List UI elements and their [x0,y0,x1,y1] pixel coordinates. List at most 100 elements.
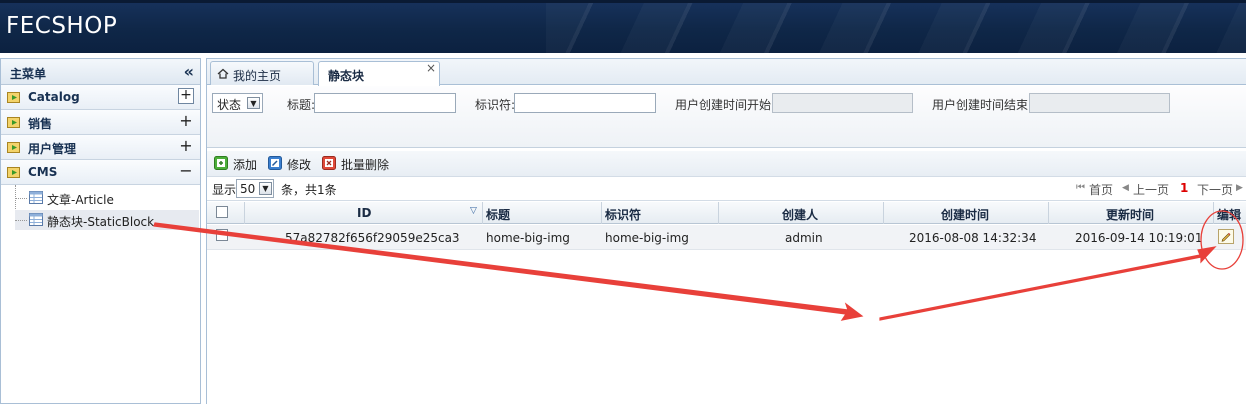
created-start-label: 用户创建时间开始 [675,98,772,112]
cell-title-text: home-big-img [486,231,570,245]
page-size-select[interactable]: 50 ▼ [236,179,274,198]
sort-down-icon: ▽ [470,206,477,216]
prev-page-icon: ◀ [1122,183,1129,193]
pagination-bar: 显示 50 ▼ 条，共1条 ⏮ 首页 ◀ 上一页 1 下一页 ▶ [207,177,1246,201]
collapse-icon[interactable]: − [178,163,194,179]
chevron-down-icon: ▼ [259,182,272,195]
add-button[interactable]: 添加 [214,155,262,173]
select-all-checkbox[interactable] [216,206,228,218]
next-page-link[interactable]: 下一页 [1197,181,1233,198]
expand-icon[interactable]: + [178,138,194,154]
select-all-cell [207,202,245,224]
cell-identifier: home-big-img [602,225,719,250]
sidebar-section-label: 销售 [28,117,53,131]
column-header-label: 标题 [486,208,511,222]
created-end-input[interactable] [1029,93,1170,113]
sidebar-header: 主菜单 « [1,59,200,85]
folder-arrow-icon [7,142,20,153]
expand-icon[interactable]: + [178,113,194,129]
expand-icon[interactable]: + [178,88,194,104]
chevron-down-icon: ▼ [247,97,260,109]
close-tab-icon[interactable]: × [426,61,436,75]
sidebar-section-sales[interactable]: 销售 + [1,110,200,135]
app-header: FECSHOP [0,0,1246,53]
tab-label: 静态块 [328,69,365,83]
sidebar-section-label: CMS [28,165,58,179]
sidebar-item-label: 静态块-StaticBlock [47,215,155,229]
sidebar-item-article[interactable]: 文章-Article [15,188,199,208]
column-header-label: 编辑 [1217,208,1242,222]
add-icon [214,156,228,170]
table-doc-icon [29,213,43,226]
identifier-input[interactable] [514,93,656,113]
folder-arrow-icon [7,167,20,178]
tab-label: 我的主页 [233,69,282,83]
column-header-title[interactable]: 标题 [483,202,602,224]
column-header-id[interactable]: ID ▽ [245,202,483,224]
title-input[interactable] [314,93,456,113]
column-header-label: ID [357,206,372,220]
table-header: ID ▽ 标题 标识符 创建人 创建时间 更新时间 编辑 [207,202,1246,224]
status-select-value: 状态 [217,98,242,112]
cell-title: home-big-img [483,225,602,250]
tab-home[interactable]: 我的主页 [210,61,314,85]
cell-id-text: 57a82782f656f29059e25ca3 [285,231,460,245]
row-select-cell [207,225,245,250]
delete-icon [322,156,336,170]
cell-id: 57a82782f656f29059e25ca3 [245,225,483,250]
identifier-label: 标识符: [475,98,516,112]
sidebar-item-staticblock[interactable]: 静态块-StaticBlock [15,210,199,230]
created-end-label: 用户创建时间结束 [932,98,1029,112]
collapse-sidebar-icon[interactable]: « [184,62,194,81]
folder-arrow-icon [7,117,20,128]
column-header-creator[interactable]: 创建人 [719,202,884,224]
first-page-icon: ⏮ [1076,182,1085,193]
edit-button-label: 修改 [287,158,312,172]
row-checkbox[interactable] [216,229,228,241]
main-panel: 我的主页 静态块 × 状态 ▼ 标题: 标识符: 用户创建时间开始 用户创建时间… [206,58,1246,404]
search-filter-bar: 状态 ▼ 标题: 标识符: 用户创建时间开始 用户创建时间结束 [207,86,1246,148]
show-label: 显示 [212,183,237,197]
status-select[interactable]: 状态 ▼ [212,93,263,113]
sidebar-section-user-management[interactable]: 用户管理 + [1,135,200,160]
column-header-updated-at[interactable]: 更新时间 [1049,202,1214,224]
sidebar-section-catalog[interactable]: Catalog + [1,85,200,110]
tab-staticblock[interactable]: 静态块 × [318,61,440,86]
column-header-label: 创建人 [782,208,819,222]
sidebar-item-label: 文章-Article [47,193,114,207]
current-page: 1 [1180,181,1189,195]
column-header-label: 标识符 [605,208,642,222]
app-logo: FECSHOP [6,13,118,39]
tree-branch [15,220,27,221]
main-menu-sidebar: 主菜单 « Catalog + 销售 + 用户管理 + CMS − 文章-Art… [0,58,201,404]
page-size-value: 50 [240,182,256,196]
edit-button[interactable]: 修改 [268,155,316,173]
add-button-label: 添加 [233,158,258,172]
cell-updated-at: 2016-09-14 10:19:01 [1049,225,1214,250]
column-header-edit: 编辑 [1214,202,1246,224]
cell-creator-text: admin [785,231,823,245]
cell-identifier-text: home-big-img [605,231,689,245]
cms-tree: 文章-Article 静态块-StaticBlock [1,185,200,245]
sidebar-section-cms[interactable]: CMS − [1,160,200,185]
cell-updated-at-text: 2016-09-14 10:19:01 [1075,231,1203,245]
cell-created-at: 2016-08-08 14:32:34 [884,225,1049,250]
next-page-icon: ▶ [1236,183,1243,193]
batch-delete-button[interactable]: 批量删除 [322,155,394,173]
prev-page-link[interactable]: 上一页 [1133,181,1169,198]
first-page-link[interactable]: 首页 [1089,181,1113,198]
table-row[interactable]: 57a82782f656f29059e25ca3 home-big-img ho… [207,225,1246,250]
column-header-label: 更新时间 [1106,208,1155,222]
column-header-identifier[interactable]: 标识符 [602,202,719,224]
column-header-created-at[interactable]: 创建时间 [884,202,1049,224]
column-header-label: 创建时间 [941,208,990,222]
cell-created-at-text: 2016-08-08 14:32:34 [909,231,1037,245]
folder-arrow-icon [7,92,20,103]
action-toolbar: 添加 修改 批量删除 [207,151,1246,177]
edit-icon [268,156,282,170]
tab-bar: 我的主页 静态块 × [207,59,1246,86]
sidebar-section-label: Catalog [28,90,80,104]
created-start-input[interactable] [772,93,913,113]
pencil-edit-icon[interactable] [1218,229,1234,244]
sidebar-title: 主菜单 [10,67,47,81]
